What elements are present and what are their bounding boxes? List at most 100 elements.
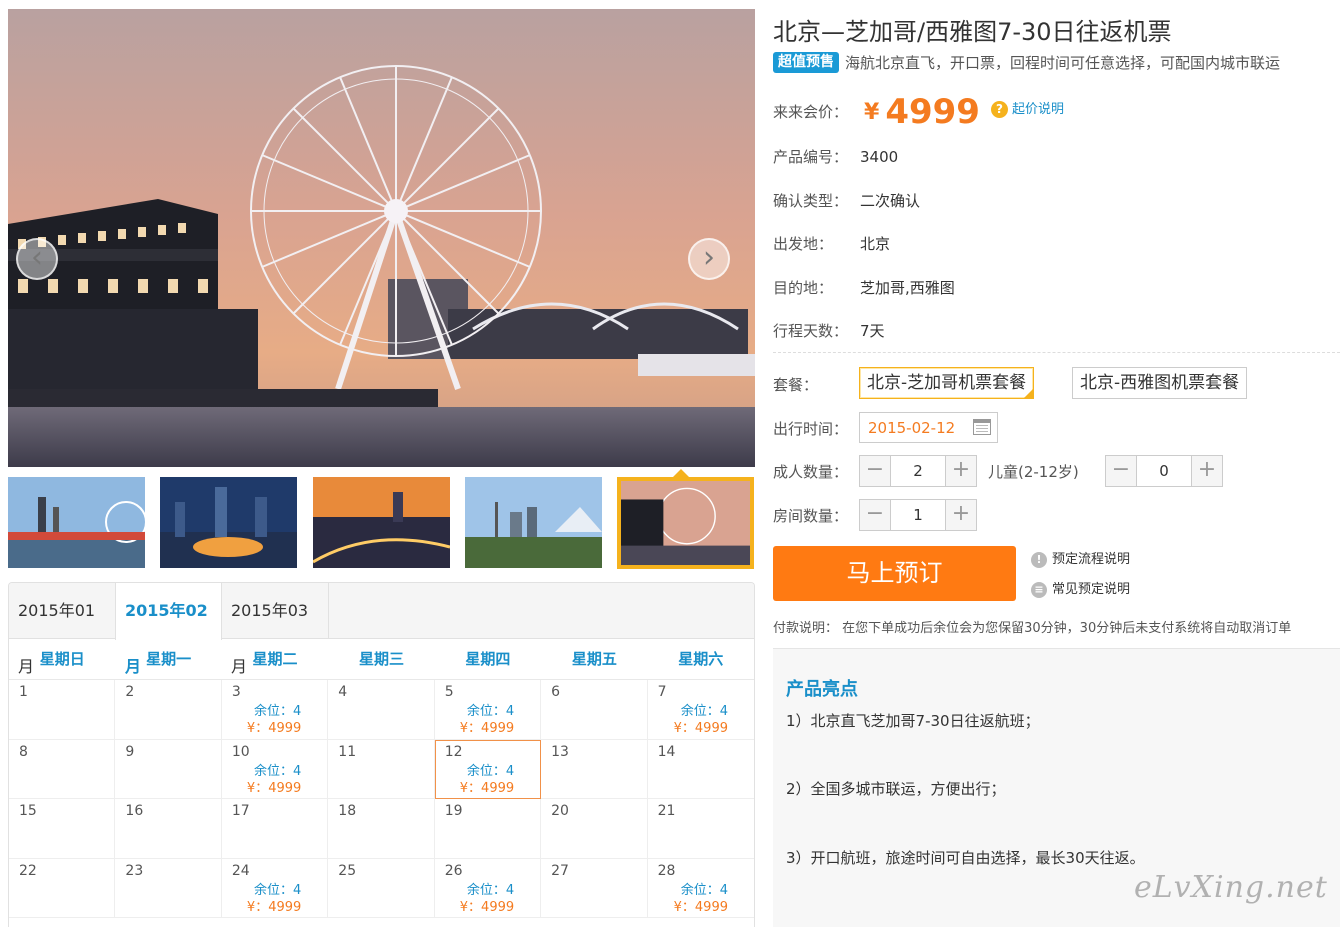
calendar-day-cell[interactable]: 18	[328, 799, 435, 859]
thumbnail-4[interactable]	[465, 477, 602, 568]
adult-quantity-stepper: − 2 +	[859, 455, 977, 487]
calendar-day-cell[interactable]: 10 余位：4 ¥：4999	[221, 739, 329, 799]
chevron-left-icon: ‹	[31, 240, 43, 275]
calendar-day-cell[interactable]: 2	[115, 680, 222, 740]
day-number: 4	[338, 684, 348, 700]
booking-process-link[interactable]: ! 预定流程说明	[1031, 548, 1130, 568]
package-option-seattle[interactable]: 北京-西雅图机票套餐	[1072, 367, 1248, 399]
calendar-day-cell[interactable]: 21	[647, 799, 754, 859]
question-icon: ?	[991, 101, 1008, 118]
booking-faq-link[interactable]: ≡ 常见预定说明	[1031, 578, 1130, 598]
package-label: 套餐：	[773, 376, 819, 394]
gallery-next-button[interactable]: ›	[688, 238, 730, 280]
calendar-day-cell[interactable]: 9	[115, 739, 222, 799]
child-increment-button[interactable]: +	[1192, 456, 1222, 486]
room-count[interactable]: 1	[890, 500, 946, 530]
calendar-day-cell[interactable]: 14	[647, 740, 754, 799]
day-price: ¥：4999	[673, 721, 728, 736]
calendar-day-cell[interactable]: 24 余位：4 ¥：4999	[221, 858, 329, 918]
calendar-day-cell[interactable]: 13	[541, 739, 648, 799]
day-number: 8	[19, 743, 28, 760]
adult-increment-button[interactable]: +	[946, 456, 976, 486]
calendar-day-cell[interactable]: 28 余位：4 ¥：4999	[647, 859, 754, 918]
calendar-day-cell[interactable]: 15	[9, 799, 116, 859]
child-count[interactable]: 0	[1136, 456, 1192, 486]
thumbnail-2[interactable]	[160, 477, 297, 568]
help-link-label: 预定流程说明	[1052, 552, 1131, 567]
calendar-day-cell[interactable]: 5 余位：4 ¥：4999	[434, 680, 542, 740]
weekday-label: 星期四	[465, 650, 511, 668]
calendar-day-cell[interactable]: 7 余位：4 ¥：4999	[647, 680, 754, 740]
calendar-day-cell[interactable]: 4	[328, 680, 435, 740]
day-number: 9	[125, 743, 135, 760]
field-label: 产品编号：	[773, 148, 849, 166]
calendar-day-cell[interactable]: 19	[434, 799, 542, 859]
day-number: 28	[657, 862, 676, 879]
day-number: 23	[125, 862, 144, 879]
calendar-day-cell[interactable]: 16	[115, 799, 222, 859]
price-calendar: 2015年01月 2015年02月 2015年03月 星期日 星期一 星期二 星…	[8, 582, 755, 927]
day-number: 18	[338, 803, 357, 819]
day-number: 10	[231, 743, 250, 760]
document-icon: ≡	[1031, 582, 1047, 598]
tab-month-jan[interactable]: 2015年01月	[9, 583, 115, 676]
month-tabs: 2015年01月 2015年02月 2015年03月	[9, 583, 754, 676]
price-label: 来来会价：	[773, 102, 849, 121]
day-number: 3	[231, 684, 241, 700]
field-label: 目的地：	[773, 279, 834, 297]
field-confirm-type: 确认类型： 二次确认	[773, 190, 920, 211]
field-destination: 目的地： 芝加哥,西雅图	[773, 277, 955, 298]
calendar-day-cell[interactable]: 11	[328, 739, 435, 799]
product-subtitle: 海航北京直飞，开口票，回程时间可任意选择，可配国内城市联运	[845, 54, 1281, 72]
highlights-title: 产品亮点	[786, 679, 858, 700]
calendar-day-cell[interactable]: 23	[115, 858, 222, 918]
site-watermark: eLvXing.net	[1134, 870, 1328, 905]
hero-image	[8, 9, 755, 467]
room-label: 房间数量：	[773, 507, 849, 525]
thumbnail-5[interactable]	[617, 477, 754, 569]
adult-decrement-button[interactable]: −	[860, 456, 890, 486]
thumbnail-1[interactable]	[8, 477, 145, 568]
day-number: 19	[444, 803, 463, 819]
field-label: 确认类型：	[773, 192, 849, 210]
gallery-prev-button[interactable]: ‹	[16, 238, 58, 280]
book-now-button[interactable]: 马上预订	[773, 546, 1016, 601]
calendar-day-cell[interactable]: 1	[9, 680, 116, 740]
calendar-day-cell[interactable]: 17	[221, 799, 329, 859]
highlight-item: 1）北京直飞芝加哥7-30日往返航班；	[786, 712, 1040, 730]
calendar-day-cell[interactable]: 3 余位：4 ¥：4999	[221, 680, 329, 740]
active-thumb-caret	[673, 469, 689, 477]
chevron-right-icon: ›	[703, 240, 715, 275]
day-number: 25	[338, 862, 357, 879]
child-decrement-button[interactable]: −	[1106, 456, 1136, 486]
calendar-day-cell[interactable]: 25	[328, 858, 435, 918]
day-number: 6	[551, 684, 561, 700]
tab-month-mar[interactable]: 2015年03月	[222, 583, 329, 676]
child-quantity-stepper: − 0 +	[1105, 455, 1223, 487]
weekday-label: 星期五	[571, 650, 617, 668]
weekday-label: 星期三	[358, 650, 404, 668]
calendar-day-cell[interactable]: 27	[541, 858, 648, 918]
day-number: 15	[19, 803, 37, 819]
package-option-chicago[interactable]: 北京-芝加哥机票套餐	[859, 367, 1035, 399]
highlight-item: 3）开口航班，旅途时间可自由选择，最长30天往返。	[786, 849, 1145, 867]
calendar-day-cell[interactable]: 12 余位：4 ¥：4999	[434, 739, 542, 799]
adult-count[interactable]: 2	[890, 456, 946, 486]
room-decrement-button[interactable]: −	[860, 500, 890, 530]
calendar-day-cell[interactable]: 20	[541, 799, 648, 859]
room-increment-button[interactable]: +	[946, 500, 976, 530]
calendar-day-cell[interactable]: 22	[9, 858, 116, 918]
calendar-icon[interactable]	[973, 419, 991, 435]
calendar-day-cell[interactable]: 26 余位：4 ¥：4999	[434, 858, 542, 918]
weekday-label: 星期六	[678, 650, 724, 668]
day-price: ¥：4999	[246, 721, 302, 736]
calendar-day-cell[interactable]: 6	[541, 680, 648, 740]
product-title: 北京—芝加哥/西雅图7-30日往返机票	[773, 18, 1172, 46]
field-duration: 行程天数： 7天	[773, 320, 885, 341]
calendar-day-cell[interactable]: 8	[9, 739, 116, 799]
tab-month-feb[interactable]: 2015年02月	[115, 583, 222, 676]
price-explain-link[interactable]: ? 起价说明	[991, 98, 1064, 118]
field-departure: 出发地： 北京	[773, 233, 890, 254]
thumbnail-3[interactable]	[313, 477, 450, 568]
day-price: ¥：4999	[459, 780, 515, 796]
